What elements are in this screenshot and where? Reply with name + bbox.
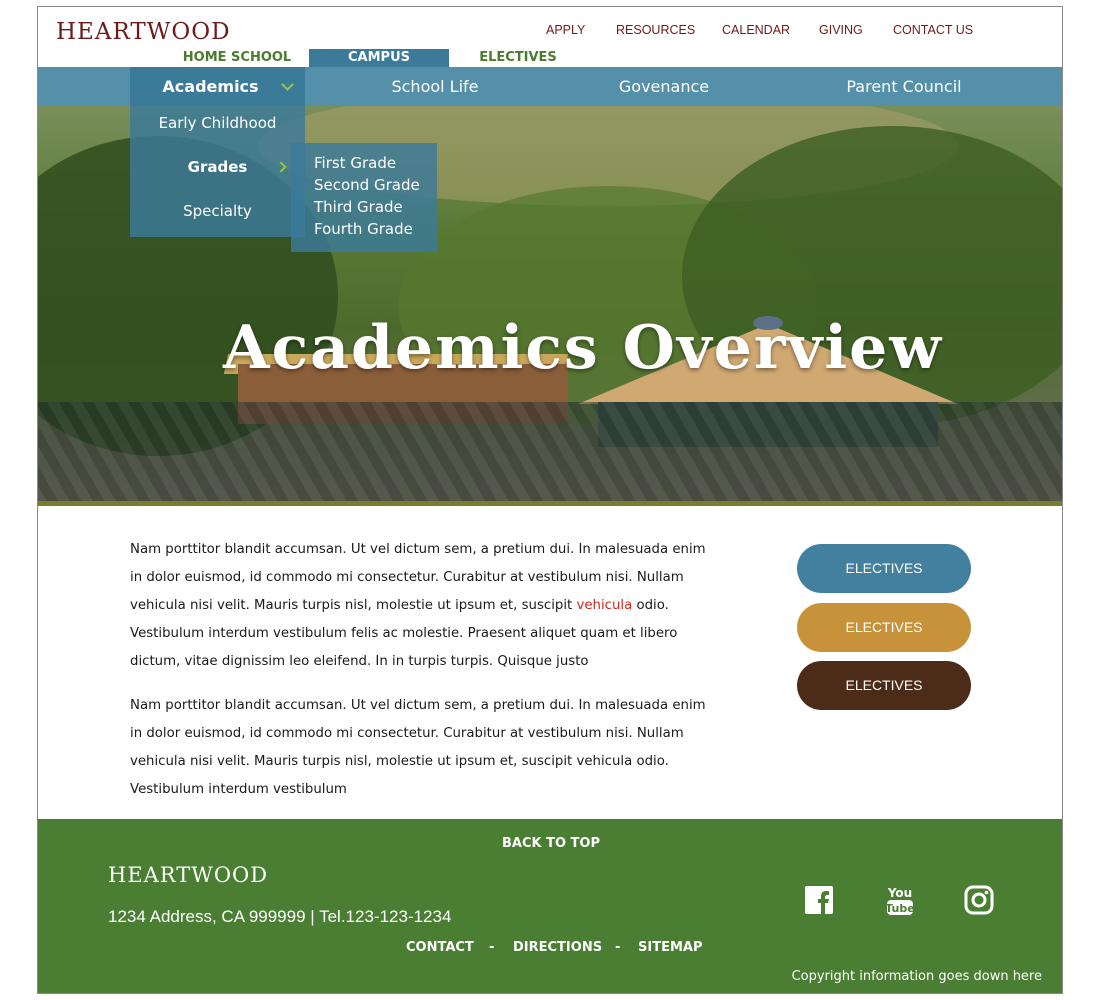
footer-address: 1234 Address, CA 999999 | Tel.123-123-12…: [108, 907, 452, 926]
tab-home-school[interactable]: HOME SCHOOL: [178, 49, 296, 67]
submenu-item-first-grade[interactable]: First Grade: [314, 152, 437, 174]
nav-item-school-life[interactable]: School Life: [360, 67, 510, 106]
footer-separator: -: [489, 940, 495, 955]
electives-button-blue[interactable]: ELECTIVES: [797, 544, 971, 593]
tab-campus[interactable]: CAMPUS: [309, 49, 449, 67]
nav-item-label: Academics: [162, 77, 259, 96]
copyright-text: Copyright information goes down here: [791, 969, 1042, 984]
submenu-item-second-grade[interactable]: Second Grade: [314, 174, 437, 196]
footer-link-sitemap[interactable]: SITEMAP: [638, 940, 702, 955]
submenu-item-third-grade[interactable]: Third Grade: [314, 196, 437, 218]
svg-text:Tube: Tube: [885, 902, 914, 915]
footer-separator: -: [615, 940, 621, 955]
site-footer: BACK TO TOP HEARTWOOD 1234 Address, CA 9…: [38, 819, 1062, 993]
youtube-icon[interactable]: You Tube: [884, 883, 916, 917]
back-to-top-link[interactable]: BACK TO TOP: [38, 836, 1062, 851]
site-logo[interactable]: HEARTWOOD: [56, 19, 231, 45]
utility-link-resources[interactable]: RESOURCES: [616, 23, 695, 37]
instagram-icon[interactable]: [963, 883, 995, 917]
body-paragraph-2: Nam porttitor blandit accumsan. Ut vel d…: [130, 698, 706, 797]
chevron-down-icon: [281, 78, 294, 91]
nav-item-parent-council[interactable]: Parent Council: [824, 67, 984, 106]
footer-logo[interactable]: HEARTWOOD: [108, 863, 268, 887]
dropdown-item-label: Grades: [187, 158, 248, 176]
grades-submenu: First Grade Second Grade Third Grade Fou…: [291, 143, 437, 252]
footer-link-contact[interactable]: CONTACT: [406, 940, 474, 955]
dropdown-item-specialty[interactable]: Specialty: [130, 202, 305, 220]
academics-dropdown: Early Childhood Grades Specialty: [130, 106, 305, 237]
utility-link-contact-us[interactable]: CONTACT US: [893, 23, 973, 37]
nav-item-govenance[interactable]: Govenance: [589, 67, 739, 106]
tab-electives[interactable]: ELECTIVES: [468, 49, 568, 67]
utility-link-giving[interactable]: GIVING: [819, 23, 863, 37]
electives-button-gold[interactable]: ELECTIVES: [797, 603, 971, 652]
dropdown-item-grades[interactable]: Grades: [130, 158, 305, 176]
utility-link-calendar[interactable]: CALENDAR: [722, 23, 790, 37]
hero-photo-ground: [38, 501, 1062, 506]
page-frame: HEARTWOOD APPLY RESOURCES CALENDAR GIVIN…: [37, 6, 1063, 994]
electives-button-brown[interactable]: ELECTIVES: [797, 661, 971, 710]
submenu-item-fourth-grade[interactable]: Fourth Grade: [314, 218, 437, 240]
chevron-right-icon: [275, 161, 287, 173]
inline-link[interactable]: vehicula: [576, 598, 632, 613]
dropdown-item-early-childhood[interactable]: Early Childhood: [130, 114, 305, 132]
body-paragraph-1: Nam porttitor blandit accumsan. Ut vel d…: [130, 536, 710, 676]
hero-title-band: [38, 402, 1062, 506]
svg-text:You: You: [887, 886, 912, 900]
main-nav: Academics School Life Govenance Parent C…: [38, 67, 1062, 106]
nav-item-academics[interactable]: Academics: [130, 67, 305, 106]
facebook-icon[interactable]: [804, 883, 836, 917]
page-title: Academics Overview: [223, 313, 943, 383]
utility-link-apply[interactable]: APPLY: [546, 23, 585, 37]
footer-link-directions[interactable]: DIRECTIONS: [513, 940, 602, 955]
